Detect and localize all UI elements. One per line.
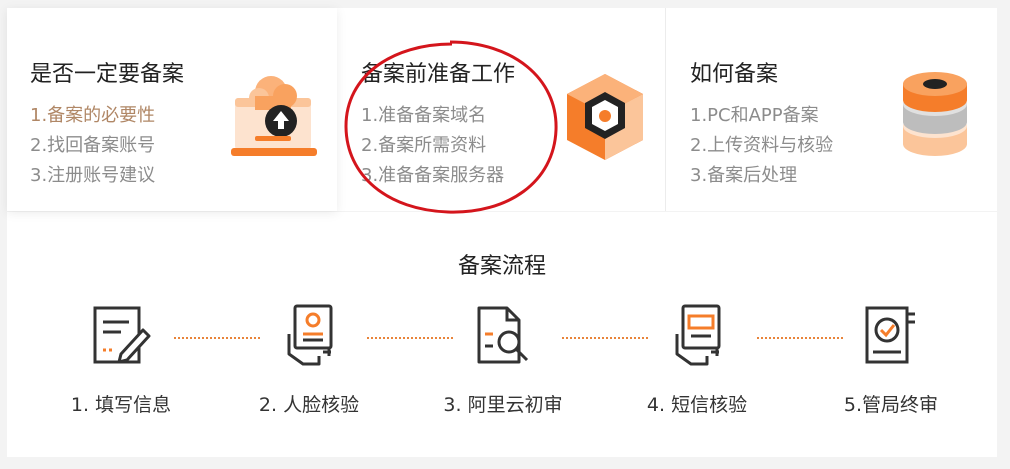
step-face-verify[interactable]: 2. 人脸核验: [219, 304, 399, 417]
face-verify-icon: [287, 304, 333, 366]
card-list: 1.PC和APP备案 2.上传资料与核验 3.备案后处理: [690, 101, 833, 191]
step-label: 1. 填写信息: [70, 394, 172, 416]
database-stack-icon: [898, 70, 972, 166]
final-review-icon: [865, 306, 915, 364]
card-link[interactable]: 1.PC和APP备案: [690, 101, 833, 131]
card-link[interactable]: 1.准备备案域名: [361, 101, 504, 131]
cloud-upload-laptop-icon: [229, 70, 319, 170]
card-title: 备案前准备工作: [361, 62, 516, 87]
card-link[interactable]: 1.备案的必要性: [30, 101, 155, 131]
card-link[interactable]: 2.上传资料与核验: [690, 131, 833, 161]
card-how-to-file[interactable]: 如何备案 1.PC和APP备案 2.上传资料与核验 3.备案后处理: [666, 8, 997, 211]
card-title: 如何备案: [690, 62, 779, 87]
card-link[interactable]: 3.备案后处理: [690, 161, 833, 191]
step-label: 3. 阿里云初审: [443, 394, 563, 416]
step-fill-info[interactable]: 1. 填写信息: [31, 304, 211, 417]
sms-verify-icon: [675, 304, 721, 366]
filing-process: 备案流程 1. 填写信息 2. 人脸核验 3. 阿里云初审 4. 短信核验 5.…: [7, 212, 997, 457]
guide-cards: 是否一定要备案 1.备案的必要性 2.找回备案账号 3.注册账号建议 备案前准备…: [7, 8, 997, 211]
card-link[interactable]: 3.注册账号建议: [30, 161, 155, 191]
card-is-filing-required[interactable]: 是否一定要备案 1.备案的必要性 2.找回备案账号 3.注册账号建议: [7, 8, 337, 211]
step-aliyun-review[interactable]: 3. 阿里云初审: [413, 304, 593, 417]
fill-form-icon: [93, 306, 151, 364]
card-link[interactable]: 3.准备备案服务器: [361, 161, 504, 191]
card-title: 是否一定要备案: [30, 62, 185, 87]
step-label: 4. 短信核验: [646, 394, 748, 416]
card-pre-filing-preparation[interactable]: 备案前准备工作 1.准备备案域名 2.备案所需资料 3.准备备案服务器: [337, 8, 666, 211]
step-final-review[interactable]: 5.管局终审: [801, 304, 981, 417]
step-sms-verify[interactable]: 4. 短信核验: [607, 304, 787, 417]
document-search-icon: [477, 306, 529, 364]
server-cube-icon: [563, 70, 647, 168]
card-link[interactable]: 2.备案所需资料: [361, 131, 504, 161]
card-link[interactable]: 2.找回备案账号: [30, 131, 155, 161]
step-label: 2. 人脸核验: [258, 394, 360, 416]
card-list: 1.备案的必要性 2.找回备案账号 3.注册账号建议: [30, 101, 155, 191]
section-title: 备案流程: [457, 254, 546, 279]
card-list: 1.准备备案域名 2.备案所需资料 3.准备备案服务器: [361, 101, 504, 191]
step-label: 5.管局终审: [843, 394, 939, 416]
